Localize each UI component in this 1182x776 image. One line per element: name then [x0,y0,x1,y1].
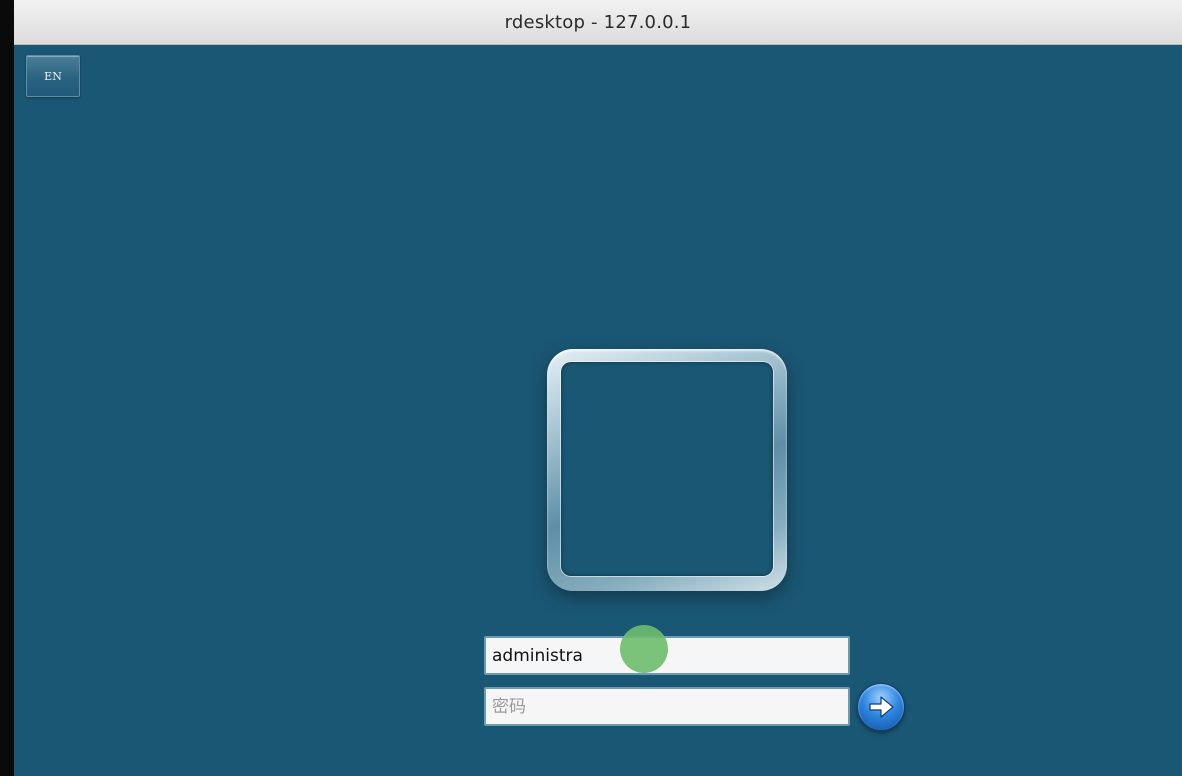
login-submit-button[interactable] [857,683,905,731]
window-titlebar[interactable]: rdesktop - 127.0.0.1 [14,0,1182,45]
window-left-edge [0,0,14,776]
user-tile-picture [561,362,773,576]
language-indicator-button[interactable]: EN [26,55,80,97]
remote-desktop-logon-screen: EN [14,45,1182,776]
username-input[interactable] [484,636,850,675]
window-title: rdesktop - 127.0.0.1 [504,11,692,33]
user-tile-icon [547,349,787,591]
arrow-right-icon [869,696,894,718]
password-input[interactable] [484,687,850,726]
